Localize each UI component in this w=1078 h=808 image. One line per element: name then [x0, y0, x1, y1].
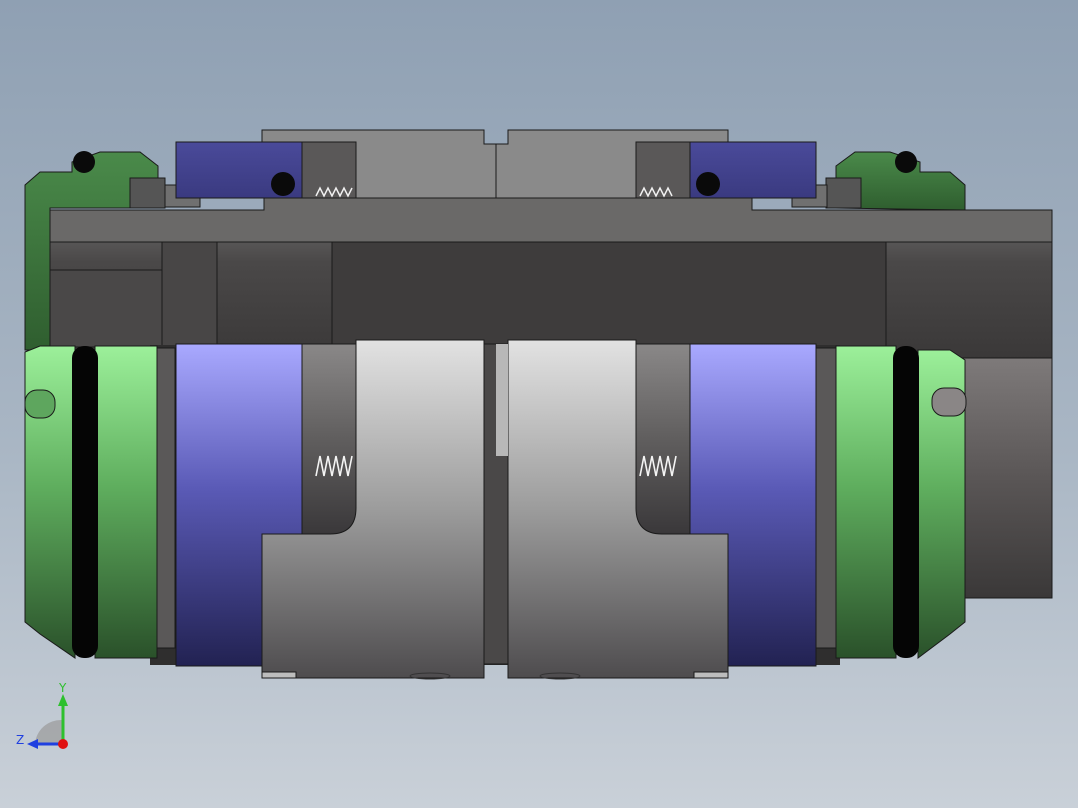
collar-foot-right [693, 671, 729, 679]
o-ring-mid-right [696, 172, 720, 196]
coordinate-triad: Y Z [16, 681, 68, 749]
o-ring-right-lower [893, 346, 919, 658]
center-gap-highlight [496, 344, 508, 456]
collar-foot-left [261, 671, 297, 679]
o-ring-top-right [895, 151, 917, 173]
gland-right-notch [931, 387, 967, 417]
gland-right-bolt [825, 177, 862, 209]
z-axis-arrow [27, 739, 38, 749]
y-axis-label: Y [58, 681, 67, 695]
upper-section [24, 129, 1053, 361]
gland-right-ring [835, 345, 897, 659]
rotating-carrier-left-lower [301, 343, 357, 535]
mechanical-seal-section-view[interactable] [0, 0, 1078, 808]
triad-arc [35, 719, 62, 744]
graphics-viewport[interactable]: Y Z [0, 0, 1078, 808]
o-ring-mid-left [271, 172, 295, 196]
shaft-inner-step [331, 241, 887, 348]
spacer-left [156, 347, 176, 649]
o-ring-top-left [73, 151, 95, 173]
shaft-left-face [49, 269, 163, 348]
bore-right [959, 357, 1053, 599]
gland-left-ring [94, 345, 158, 659]
y-axis-arrow [58, 694, 68, 706]
shaft-left-block [161, 236, 218, 348]
x-axis-dot [58, 739, 68, 749]
z-axis-label: Z [16, 733, 24, 747]
gland-left-notch [24, 389, 56, 419]
gland-left-bolt [129, 177, 166, 209]
rotating-carrier-right-lower [635, 343, 691, 535]
o-ring-left-lower [72, 346, 98, 658]
lower-section [24, 339, 1053, 680]
spacer-right [815, 347, 837, 649]
